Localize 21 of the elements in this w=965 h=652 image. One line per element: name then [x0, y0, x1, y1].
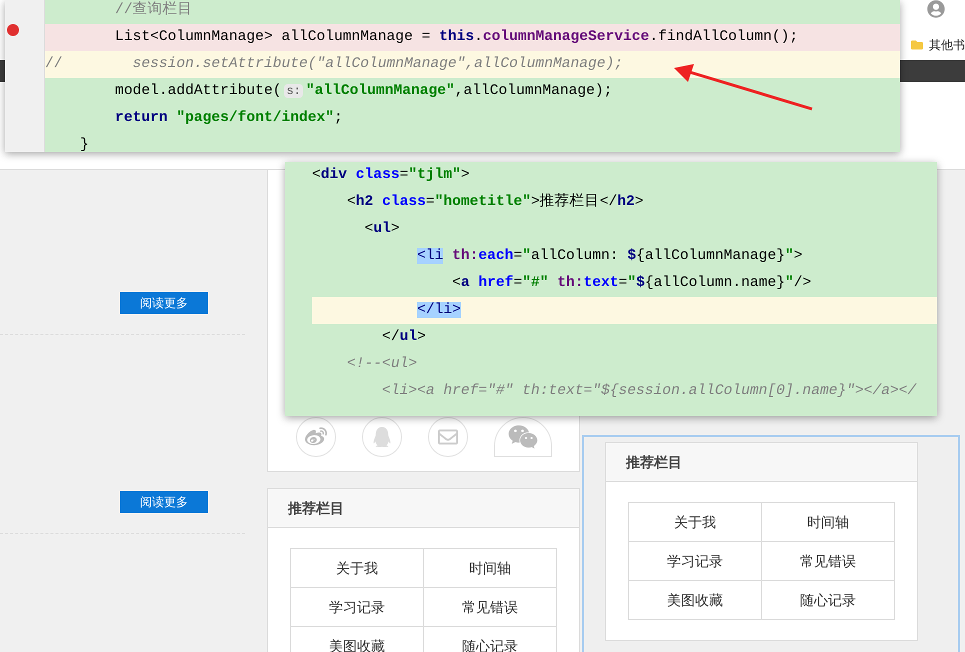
column-link[interactable]: 时间轴	[762, 503, 895, 542]
card-title: 推荐栏目	[626, 452, 682, 472]
folder-icon	[911, 39, 923, 51]
penguin-icon[interactable]	[362, 417, 402, 457]
column-link[interactable]: 随心记录	[762, 581, 895, 620]
column-link[interactable]: 常见错误	[762, 542, 895, 581]
weibo-icon[interactable]	[296, 417, 336, 457]
read-more-button[interactable]: 阅读更多	[120, 491, 208, 513]
read-more-button[interactable]: 阅读更多	[120, 292, 208, 314]
card-title: 推荐栏目	[288, 498, 344, 518]
column-link[interactable]: 关于我	[629, 503, 762, 542]
column-link[interactable]: 常见错误	[424, 588, 557, 627]
avatar-icon[interactable]	[927, 0, 945, 18]
column-link[interactable]: 关于我	[291, 549, 424, 588]
mail-icon[interactable]	[428, 417, 468, 457]
bookmark-label[interactable]: 其他书	[929, 36, 965, 54]
wechat-icon[interactable]	[494, 417, 552, 457]
column-link[interactable]: 时间轴	[424, 549, 557, 588]
column-link[interactable]: 美图收藏	[629, 581, 762, 620]
column-link[interactable]: 学习记录	[629, 542, 762, 581]
column-link[interactable]: 学习记录	[291, 588, 424, 627]
